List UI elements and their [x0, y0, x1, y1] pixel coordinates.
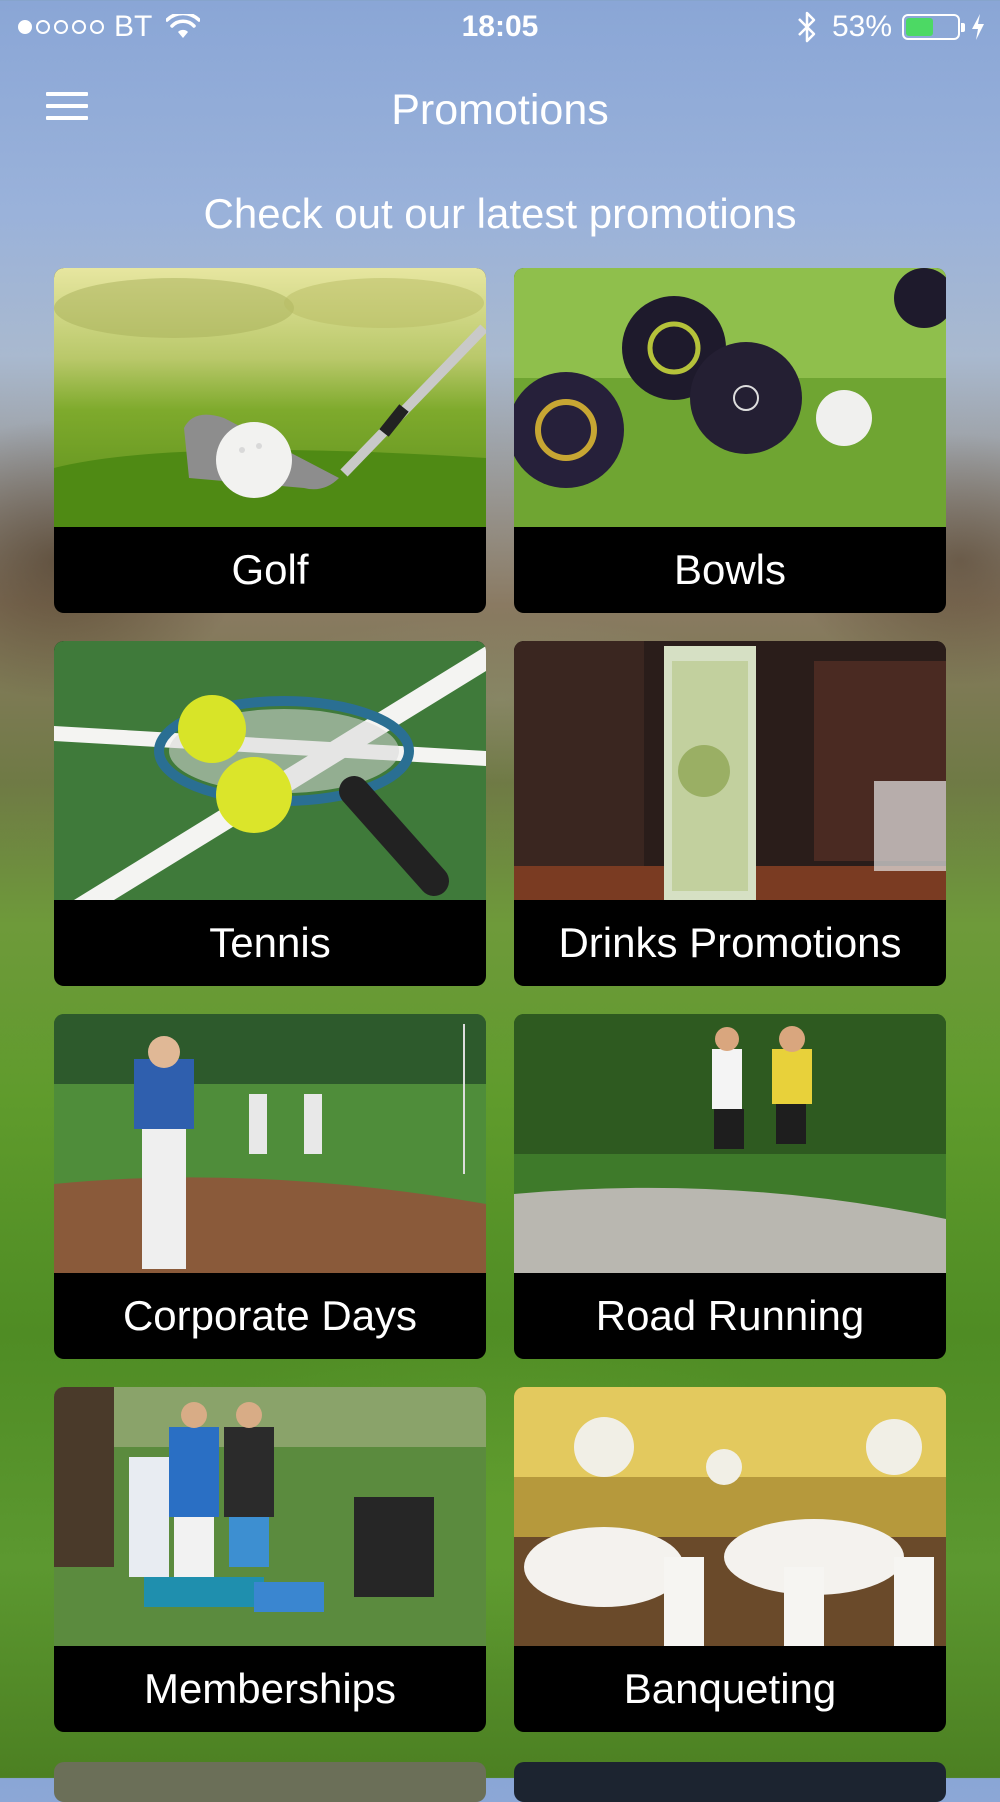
promotion-tile-corporate-days[interactable]: Corporate Days — [54, 1014, 486, 1359]
promotion-tile-memberships[interactable]: Memberships — [54, 1387, 486, 1732]
promotion-tile-bowls[interactable]: Bowls — [514, 268, 946, 613]
bowls-image — [514, 268, 946, 527]
golf-image — [54, 268, 486, 527]
promotion-tile-golf[interactable]: Golf — [54, 268, 486, 613]
bluetooth-icon — [798, 11, 816, 43]
battery-icon — [902, 14, 965, 40]
promotion-label: Tennis — [209, 919, 331, 966]
promotion-label: Bowls — [673, 546, 787, 593]
page-subtitle: Check out our latest promotions — [203, 190, 797, 237]
promotion-label: Corporate Days — [122, 1292, 418, 1339]
promotion-tile-banqueting[interactable]: Banqueting — [514, 1387, 946, 1732]
promotion-tile-tennis[interactable]: Tennis — [54, 641, 486, 986]
drinks-image — [514, 641, 946, 900]
promotion-tile-road-running[interactable]: Road Running — [514, 1014, 946, 1359]
battery-percent: 53% — [831, 10, 892, 43]
tennis-image — [54, 641, 486, 900]
road-running-image — [514, 1014, 946, 1273]
promotion-tile-partial[interactable] — [514, 1762, 946, 1802]
promotion-label: Golf — [231, 546, 309, 593]
charging-bolt-icon — [972, 14, 984, 40]
promotion-label: Road Running — [595, 1292, 865, 1339]
memberships-image — [54, 1387, 486, 1646]
banqueting-image — [514, 1387, 946, 1646]
status-right: 53% — [796, 10, 986, 44]
promotion-tile-partial[interactable] — [54, 1762, 486, 1802]
promotion-tile-drinks[interactable]: Drinks Promotions — [514, 641, 946, 986]
nav-header: Promotions — [0, 70, 1000, 150]
corporate-days-image — [54, 1014, 486, 1273]
promotion-label: Memberships — [143, 1665, 397, 1712]
status-bar: BT 18:05 53% — [0, 0, 1000, 56]
promotion-label: Banqueting — [623, 1665, 837, 1712]
page-title: Promotions — [391, 86, 609, 134]
promotion-label: Drinks Promotions — [558, 919, 902, 966]
